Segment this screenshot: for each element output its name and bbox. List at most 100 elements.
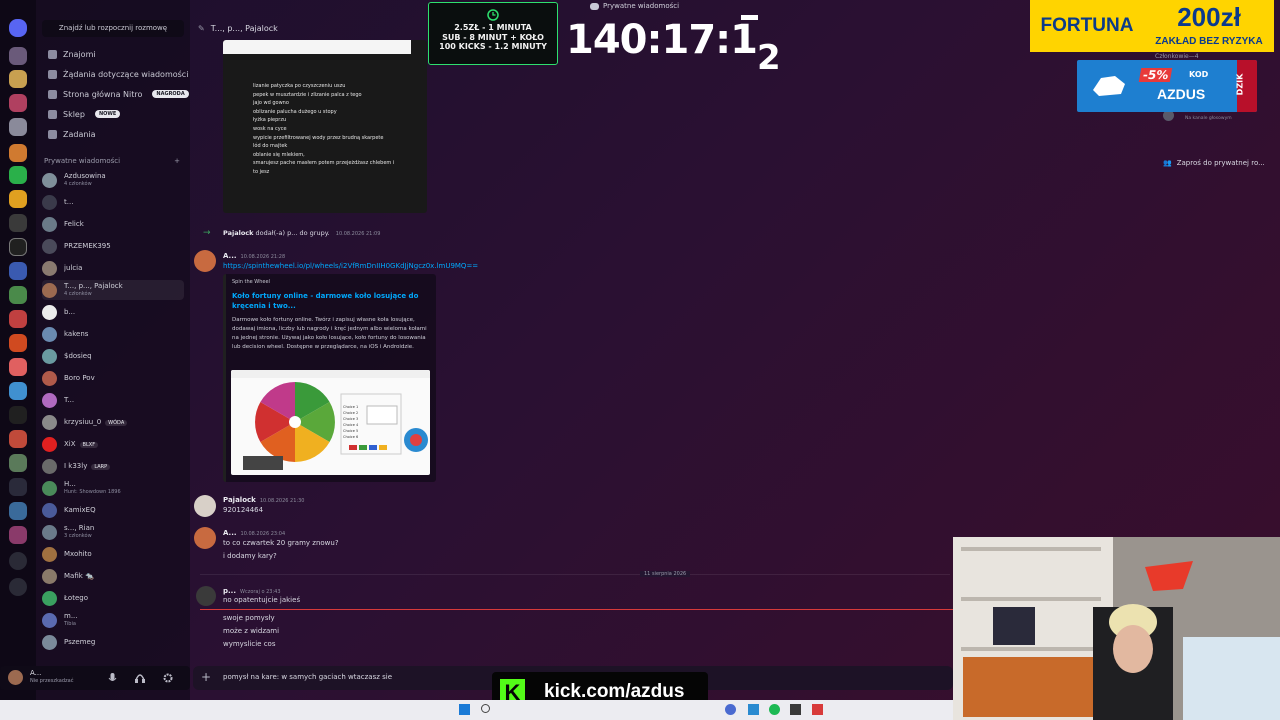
server-icon[interactable] <box>9 118 27 136</box>
server-icon[interactable] <box>9 94 27 112</box>
dm-item[interactable]: julcia <box>42 258 184 278</box>
search-icon[interactable] <box>481 704 490 713</box>
server-icon[interactable] <box>9 262 27 280</box>
add-server-icon[interactable] <box>9 552 27 570</box>
server-icon[interactable] <box>9 70 27 88</box>
dm-item[interactable]: XiX BLXF <box>42 434 184 454</box>
avatar[interactable] <box>8 670 23 685</box>
add-dm-button[interactable]: + <box>174 157 180 165</box>
message-header: A... 10.08.2026 21:28 <box>223 251 285 261</box>
avatar[interactable] <box>194 495 216 517</box>
embed-title[interactable]: Koło fortuny online - darmowe koło losuj… <box>232 291 432 311</box>
taskbar-app-icon[interactable] <box>725 704 736 715</box>
dm-search-input[interactable]: Znajdź lub rozpocznij rozmowę <box>42 20 184 37</box>
dm-tag: WÓDA <box>105 419 128 426</box>
dm-item[interactable]: Felick <box>42 214 184 234</box>
dm-item[interactable]: PRZEMEK395 <box>42 236 184 256</box>
taskbar-app-icon[interactable] <box>812 704 823 715</box>
terminal-icon[interactable] <box>790 704 801 715</box>
sub-rule: 100 KICKS - 1.2 MINUTY <box>439 42 547 51</box>
microphone-icon[interactable] <box>108 673 117 684</box>
dm-item[interactable]: b... <box>42 302 184 322</box>
dm-item[interactable]: Mafik 🐀 <box>42 566 184 586</box>
settings-gear-icon[interactable] <box>163 673 173 683</box>
dm-name: b... <box>64 308 76 316</box>
dm-item[interactable]: t... <box>42 192 184 212</box>
server-icon[interactable] <box>9 310 27 328</box>
dm-item[interactable]: Pszemeg <box>42 632 184 652</box>
dm-item[interactable]: Boro Pov <box>42 368 184 388</box>
avatar[interactable] <box>194 250 216 272</box>
dm-item[interactable]: kakens <box>42 324 184 344</box>
server-icon[interactable] <box>9 406 27 424</box>
invite-to-group-button[interactable]: 👥 Zaproś do prywatnej ro... <box>1163 159 1265 167</box>
server-icon[interactable] <box>9 214 27 232</box>
server-icon[interactable] <box>9 454 27 472</box>
attach-plus-icon[interactable]: + <box>201 670 211 684</box>
image-text: lizanie patyczka po czyszczeniu uszu pepe… <box>253 82 394 177</box>
author-name[interactable]: A... <box>223 529 237 537</box>
author-name[interactable]: p... <box>223 587 236 595</box>
dm-item[interactable]: H... Hunt: Showdown 1896 <box>42 478 184 498</box>
system-message: Pajalock dodał(-a) p... do grupy. 10.08.… <box>223 229 381 237</box>
dm-item[interactable]: KamixEQ <box>42 500 184 520</box>
server-icon[interactable] <box>9 382 27 400</box>
discord-home-icon[interactable] <box>9 19 27 37</box>
dm-item[interactable]: s..., Rian 3 członków <box>42 522 184 542</box>
avatar <box>42 370 57 386</box>
dm-item[interactable]: Mxohito <box>42 544 184 564</box>
webcam-scene <box>953 537 1280 720</box>
avatar <box>42 392 57 408</box>
attachment-image[interactable]: lizanie patyczka po czyszczeniu uszu pepe… <box>223 40 427 213</box>
dm-item[interactable]: $dosieq <box>42 346 184 366</box>
discover-icon[interactable] <box>9 578 27 596</box>
sub-rule: SUB - 8 MINUT + KOŁO <box>442 32 544 42</box>
nav-item-tasks[interactable]: Zadania <box>48 127 96 141</box>
dm-name: t... <box>64 198 74 206</box>
image-text-line: pepek w musztardzie i zlizanie palca z t… <box>253 91 362 98</box>
timestamp: 10.08.2026 21:28 <box>240 254 286 260</box>
envelope-icon <box>48 69 57 79</box>
taskbar-app-icon[interactable] <box>748 704 759 715</box>
dm-item[interactable]: Azdusowina 4 członków <box>42 170 184 190</box>
server-icon[interactable] <box>9 144 27 162</box>
dm-name: H... <box>64 480 76 488</box>
server-icon[interactable] <box>9 286 27 304</box>
avatar[interactable] <box>196 586 216 606</box>
author-name[interactable]: Pajalock <box>223 496 256 504</box>
server-icon[interactable] <box>9 47 27 65</box>
server-icon[interactable] <box>9 526 27 544</box>
embed-image[interactable]: Choice 1 Choice 2 Choice 3 Choice 4 Choice 5… <box>231 370 430 475</box>
dm-item[interactable]: T... <box>42 390 184 410</box>
headphones-icon[interactable] <box>135 673 145 683</box>
server-icon[interactable] <box>9 430 27 448</box>
nav-item-friends[interactable]: Znajomi <box>48 47 96 61</box>
embed-description: Darmowe koło fortuny online. Twórz i zap… <box>232 317 427 350</box>
server-icon[interactable] <box>9 502 27 520</box>
windows-start-icon[interactable] <box>459 704 470 715</box>
message-link[interactable]: https://spinthewheel.io/pl/wheels/i2VfRm… <box>223 262 478 270</box>
nav-item-envelope[interactable]: Żądania dotyczące wiadomości <box>48 67 188 81</box>
author-name[interactable]: A... <box>223 252 237 260</box>
dm-section-header: Prywatne wiadomości + <box>44 157 180 165</box>
avatar[interactable] <box>194 527 216 549</box>
nav-item-shop[interactable]: Sklep NOWE <box>48 107 121 121</box>
dm-item[interactable]: krzysiuu_0 WÓDA <box>42 412 184 432</box>
dm-subtext: 4 członków <box>64 291 92 297</box>
server-icon[interactable] <box>9 358 27 376</box>
message-text: wymyslicie cos <box>223 640 276 648</box>
dm-item[interactable]: I k33ly LARP <box>42 456 184 476</box>
dm-item[interactable]: m... Tibia <box>42 610 184 630</box>
server-icon[interactable] <box>9 334 27 352</box>
server-icon[interactable] <box>9 238 27 256</box>
server-icon[interactable] <box>9 478 27 496</box>
fortuna-ad: FORTUNA 200zł ZAKŁAD BEZ RYZYKA <box>1030 0 1274 52</box>
message-input[interactable]: pomysł na kare: w samych gaciach wtaczas… <box>223 673 392 681</box>
server-icon[interactable] <box>9 190 27 208</box>
dm-item[interactable]: T..., p..., Pajalock 4 członków <box>42 280 184 300</box>
dm-item[interactable]: Łotego <box>42 588 184 608</box>
spotify-icon[interactable] <box>769 704 780 715</box>
nav-item-nitro[interactable]: Strona główna Nitro NAGRODA <box>48 87 189 101</box>
chat-title: T..., p..., Pajalock <box>210 23 278 33</box>
server-icon[interactable] <box>9 166 27 184</box>
